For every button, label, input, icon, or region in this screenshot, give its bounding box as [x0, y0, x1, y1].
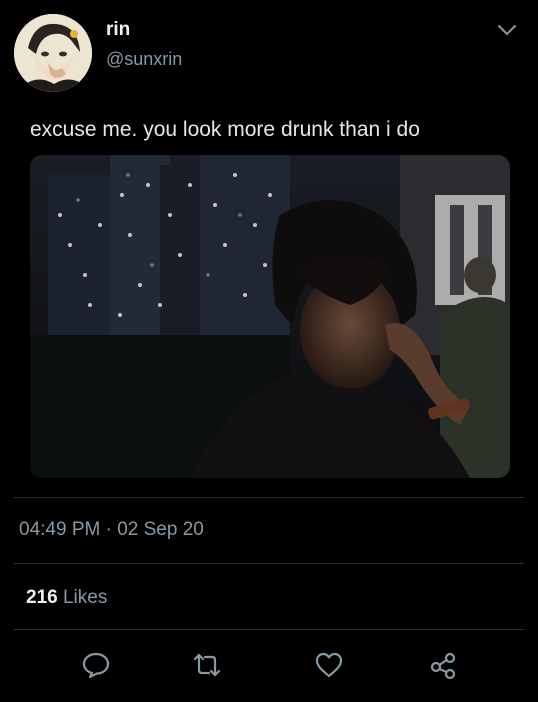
divider-middle — [14, 563, 524, 564]
share-icon — [430, 652, 456, 680]
display-name[interactable]: rin — [106, 19, 130, 41]
avatar-illustration-icon — [14, 14, 92, 92]
divider-top — [14, 497, 524, 498]
likes-stat[interactable]: 216 Likes — [26, 587, 107, 609]
retweet-button[interactable] — [190, 648, 224, 682]
divider-bottom — [14, 629, 524, 630]
tweet-timestamp[interactable]: 04:49 PM · 02 Sep 20 — [19, 519, 204, 541]
user-handle[interactable]: @sunxrin — [106, 49, 182, 70]
retweet-icon — [193, 653, 221, 677]
heart-icon — [315, 652, 343, 678]
likes-count: 216 — [26, 587, 58, 608]
tweet-text: excuse me. you look more drunk than i do — [30, 118, 420, 141]
like-button[interactable] — [312, 648, 346, 682]
tweet-photo[interactable] — [30, 155, 510, 478]
avatar[interactable] — [14, 14, 92, 92]
likes-label: Likes — [62, 587, 108, 608]
reply-bubble-icon — [82, 652, 110, 679]
reply-button[interactable] — [79, 648, 113, 682]
share-button[interactable] — [426, 648, 460, 682]
photo-of-person-at-night-rooftop-icon — [30, 155, 510, 478]
chevron-down-icon[interactable] — [497, 22, 517, 38]
